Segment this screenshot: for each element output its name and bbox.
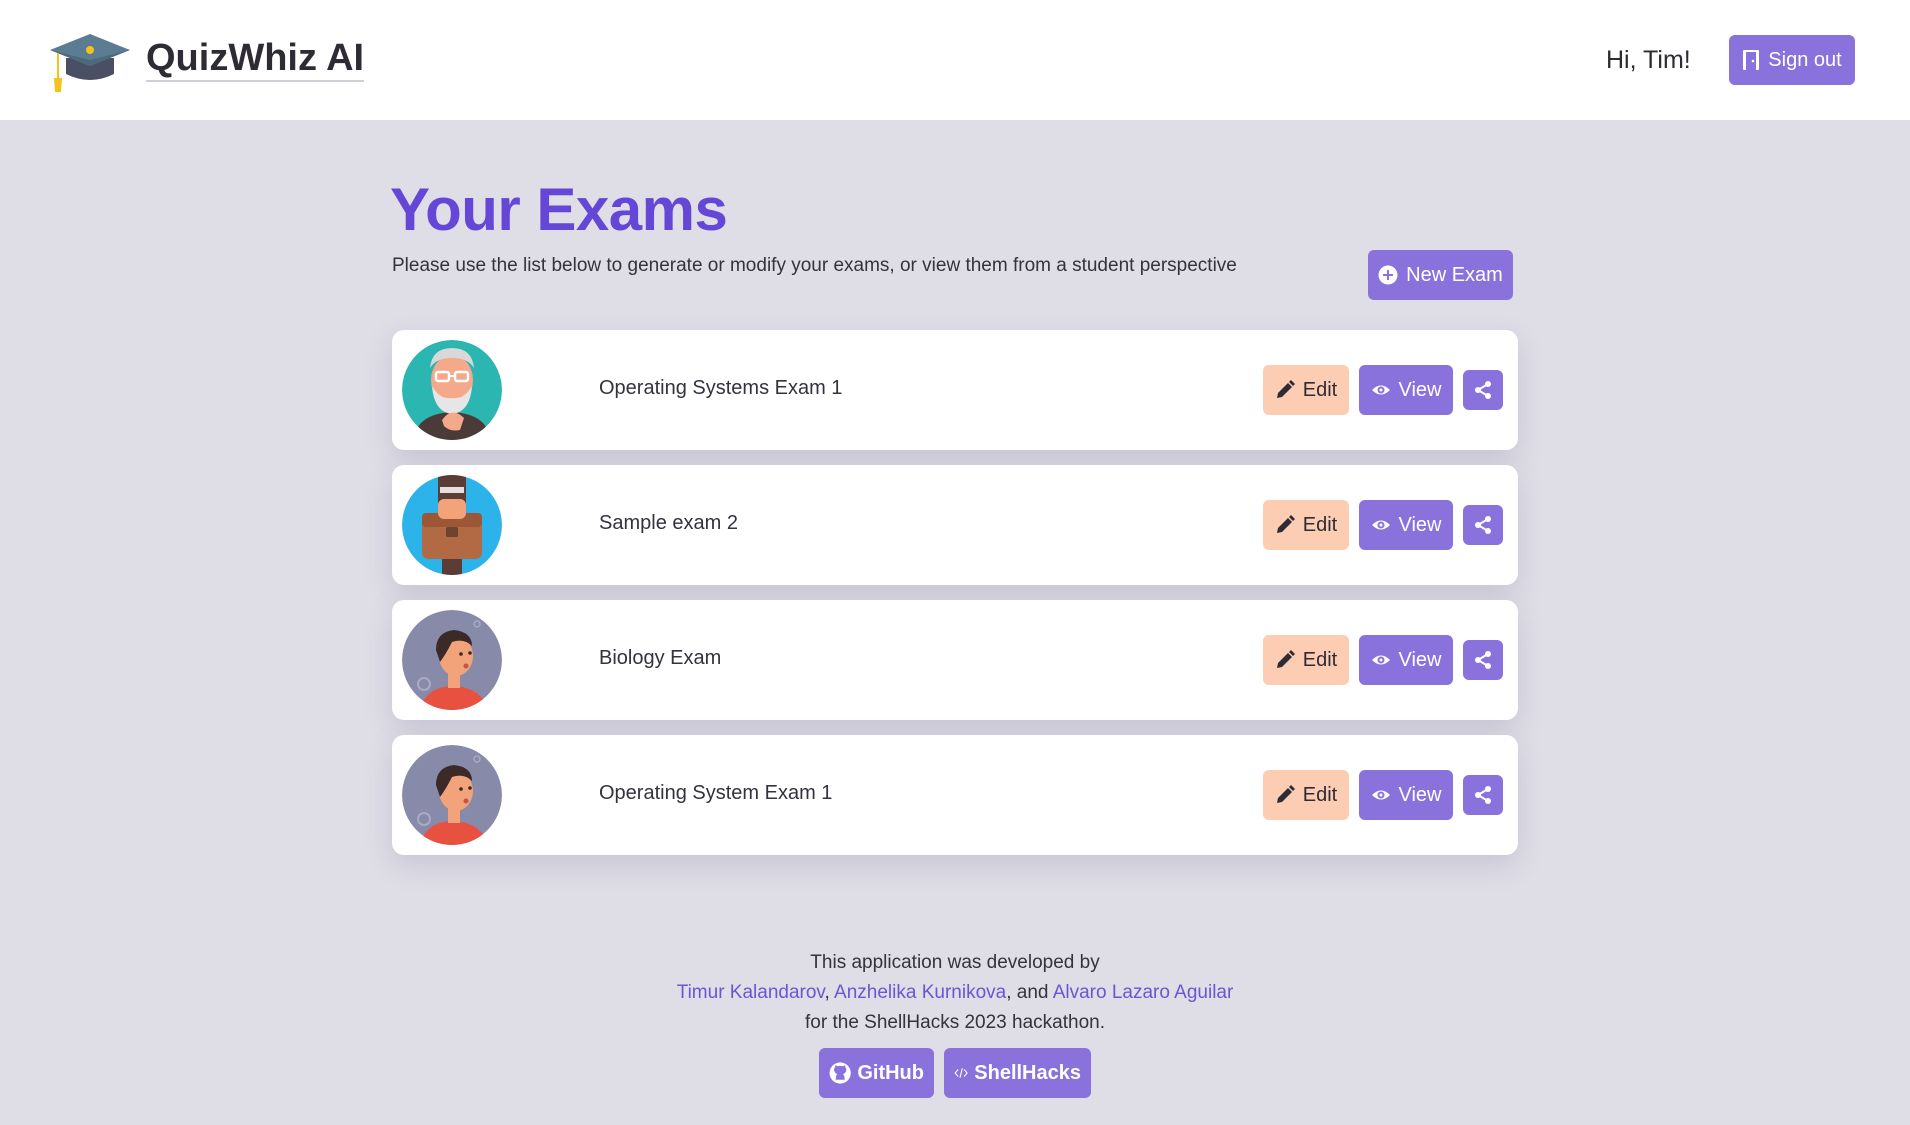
exam-card: Biology Exam Edit View [392,600,1518,720]
share-exam-button[interactable] [1463,505,1503,545]
view-exam-button[interactable]: View [1359,365,1453,415]
exam-list: Operating Systems Exam 1 Edit View Sampl… [392,330,1518,870]
exam-card: Operating System Exam 1 Edit View [392,735,1518,855]
edit-label: Edit [1302,783,1338,806]
eye-icon [1371,385,1390,395]
old-man-glasses-avatar [402,340,502,440]
author-link[interactable]: Timur Kalandarov [677,982,825,1003]
page-title: Your Exams [390,176,728,243]
edit-label: Edit [1302,513,1338,536]
pencil-icon [1276,650,1295,668]
author-link[interactable]: Anzhelika Kurnikova [834,982,1006,1003]
sign-out-button[interactable]: Sign out [1729,35,1855,85]
thinking-person-avatar [402,610,502,710]
share-exam-button[interactable] [1463,775,1503,815]
share-icon [1475,516,1491,534]
share-exam-button[interactable] [1463,370,1503,410]
pencil-icon [1276,380,1295,398]
graduation-cap-icon [50,34,130,92]
view-label: View [1398,513,1442,536]
view-exam-button[interactable]: View [1359,635,1453,685]
eye-icon [1371,520,1390,530]
view-label: View [1398,783,1442,806]
top-navbar: QuizWhiz AI Hi, Tim! Sign out [0,0,1910,120]
edit-exam-button[interactable]: Edit [1263,635,1349,685]
sign-out-label: Sign out [1768,48,1842,71]
exam-card: Operating Systems Exam 1 Edit View [392,330,1518,450]
pencil-icon [1276,785,1295,803]
shellhacks-button[interactable]: ShellHacks [944,1048,1091,1098]
pencil-icon [1276,515,1295,533]
brand-name: QuizWhiz AI [146,38,365,82]
edit-exam-button[interactable]: Edit [1263,500,1349,550]
edit-label: Edit [1302,378,1338,401]
share-icon [1475,786,1491,804]
exam-name: Operating System Exam 1 [599,782,833,804]
new-exam-button[interactable]: New Exam [1368,250,1513,300]
exam-card: Sample exam 2 Edit View [392,465,1518,585]
page-subtitle: Please use the list below to generate or… [392,255,1237,276]
footer-buttons: GitHub ShellHacks [0,1048,1910,1098]
share-exam-button[interactable] [1463,640,1503,680]
edit-label: Edit [1302,648,1338,671]
shellhacks-label: ShellHacks [974,1061,1081,1084]
view-exam-button[interactable]: View [1359,500,1453,550]
view-label: View [1398,378,1442,401]
view-exam-button[interactable]: View [1359,770,1453,820]
exam-name: Sample exam 2 [599,512,738,534]
code-icon [954,1068,968,1078]
new-exam-label: New Exam [1406,263,1503,286]
footer-hackathon-line: for the ShellHacks 2023 hackathon. [805,1012,1105,1033]
footer-authors: Timur Kalandarov, Anzhelika Kurnikova, a… [0,978,1910,1008]
eye-icon [1371,655,1390,665]
github-button[interactable]: GitHub [819,1048,934,1098]
github-label: GitHub [857,1061,924,1084]
share-icon [1475,651,1491,669]
edit-exam-button[interactable]: Edit [1263,770,1349,820]
author-separator: , [824,982,835,1003]
view-label: View [1398,648,1442,671]
eye-icon [1371,790,1390,800]
github-icon [829,1062,851,1084]
footer: This application was developed by Timur … [0,948,1910,1098]
share-icon [1475,381,1491,399]
user-greeting: Hi, Tim! [1606,46,1691,74]
door-icon [1743,50,1760,70]
home-logo-link[interactable]: QuizWhiz AI [48,26,365,94]
author-separator: , and [1006,982,1053,1003]
plus-circle-icon [1378,265,1398,285]
briefcase-avatar [402,475,502,575]
edit-exam-button[interactable]: Edit [1263,365,1349,415]
footer-credit-line: This application was developed by [810,952,1100,973]
thinking-person-avatar [402,745,502,845]
exam-name: Operating Systems Exam 1 [599,377,843,399]
author-link[interactable]: Alvaro Lazaro Aguilar [1053,982,1234,1003]
exam-name: Biology Exam [599,647,722,669]
